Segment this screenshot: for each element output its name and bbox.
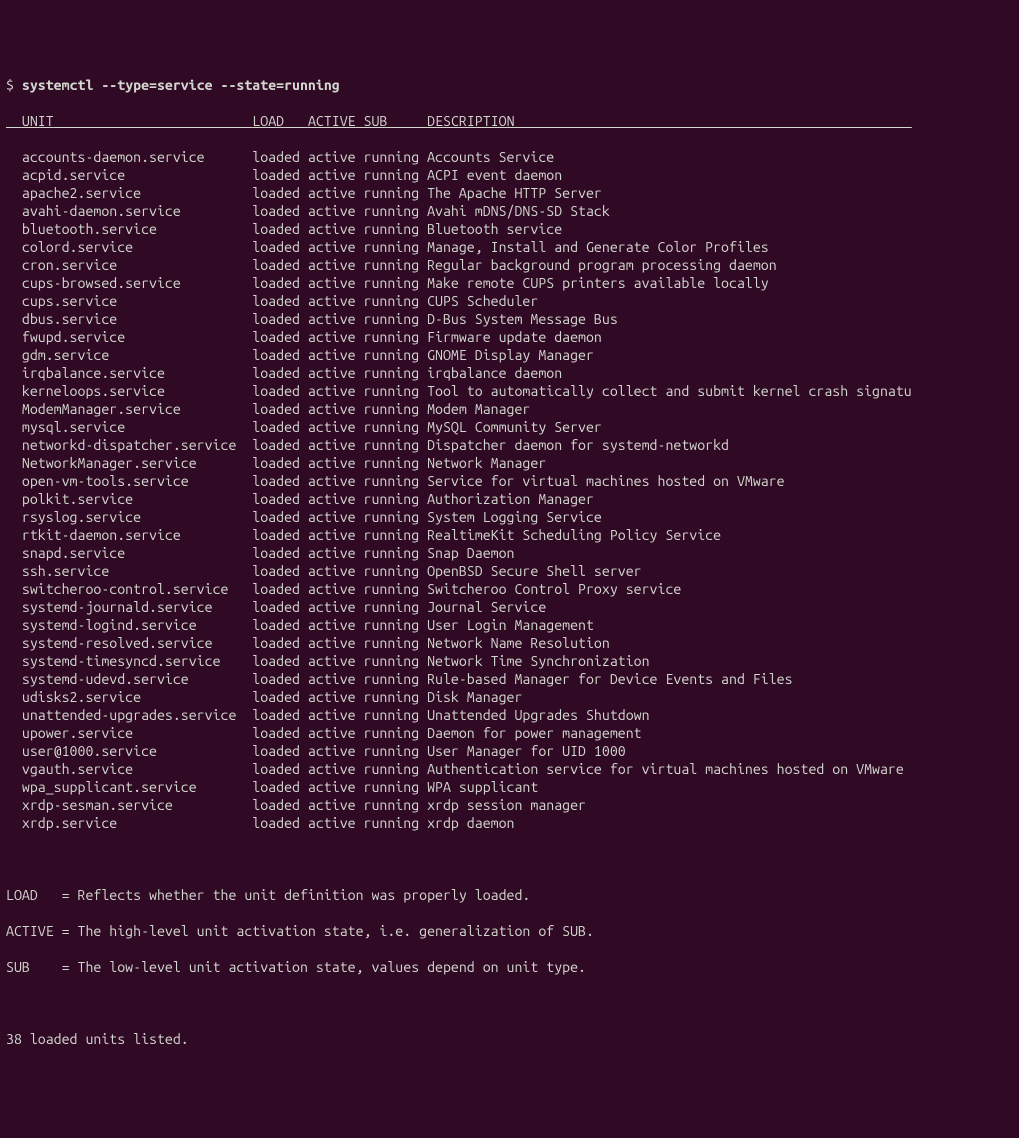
service-row: systemd-logind.service loaded active run… — [6, 616, 1013, 634]
service-row: ssh.service loaded active running OpenBS… — [6, 562, 1013, 580]
service-row: NetworkManager.service loaded active run… — [6, 454, 1013, 472]
service-row: bluetooth.service loaded active running … — [6, 220, 1013, 238]
table-header: UNIT LOAD ACTIVE SUB DESCRIPTION — [6, 112, 1013, 130]
service-row: gdm.service loaded active running GNOME … — [6, 346, 1013, 364]
command-text: systemctl --type=service --state=running — [22, 77, 340, 93]
service-row: networkd-dispatcher.service loaded activ… — [6, 436, 1013, 454]
service-row: xrdp.service loaded active running xrdp … — [6, 814, 1013, 832]
service-row: cups.service loaded active running CUPS … — [6, 292, 1013, 310]
service-row: wpa_supplicant.service loaded active run… — [6, 778, 1013, 796]
service-row: apache2.service loaded active running Th… — [6, 184, 1013, 202]
service-row: ModemManager.service loaded active runni… — [6, 400, 1013, 418]
blank-line — [6, 850, 1013, 868]
service-row: acpid.service loaded active running ACPI… — [6, 166, 1013, 184]
service-row: colord.service loaded active running Man… — [6, 238, 1013, 256]
service-row: irqbalance.service loaded active running… — [6, 364, 1013, 382]
service-row: rsyslog.service loaded active running Sy… — [6, 508, 1013, 526]
service-row: cron.service loaded active running Regul… — [6, 256, 1013, 274]
service-row: fwupd.service loaded active running Firm… — [6, 328, 1013, 346]
service-row: avahi-daemon.service loaded active runni… — [6, 202, 1013, 220]
service-row: mysql.service loaded active running MySQ… — [6, 418, 1013, 436]
service-row: open-vm-tools.service loaded active runn… — [6, 472, 1013, 490]
legend-load: LOAD = Reflects whether the unit definit… — [6, 886, 1013, 904]
service-row: snapd.service loaded active running Snap… — [6, 544, 1013, 562]
service-row: upower.service loaded active running Dae… — [6, 724, 1013, 742]
summary-line: 38 loaded units listed. — [6, 1030, 1013, 1048]
service-row: dbus.service loaded active running D-Bus… — [6, 310, 1013, 328]
service-row: kerneloops.service loaded active running… — [6, 382, 1013, 400]
service-row: systemd-journald.service loaded active r… — [6, 598, 1013, 616]
legend-active: ACTIVE = The high-level unit activation … — [6, 922, 1013, 940]
col-active: ACTIVE — [308, 113, 356, 129]
service-row: systemd-timesyncd.service loaded active … — [6, 652, 1013, 670]
service-row: unattended-upgrades.service loaded activ… — [6, 706, 1013, 724]
service-row: vgauth.service loaded active running Aut… — [6, 760, 1013, 778]
service-row: switcheroo-control.service loaded active… — [6, 580, 1013, 598]
service-row: user@1000.service loaded active running … — [6, 742, 1013, 760]
service-row: systemd-resolved.service loaded active r… — [6, 634, 1013, 652]
prompt-line: $ systemctl --type=service --state=runni… — [6, 76, 1013, 94]
service-row: accounts-daemon.service loaded active ru… — [6, 148, 1013, 166]
service-row: udisks2.service loaded active running Di… — [6, 688, 1013, 706]
prompt-symbol: $ — [6, 77, 14, 93]
col-sub: SUB — [364, 113, 388, 129]
col-load: LOAD — [252, 113, 284, 129]
service-row: xrdp-sesman.service loaded active runnin… — [6, 796, 1013, 814]
col-description: DESCRIPTION — [427, 113, 514, 129]
blank-line-2 — [6, 994, 1013, 1012]
service-list: accounts-daemon.service loaded active ru… — [6, 148, 1013, 832]
service-row: cups-browsed.service loaded active runni… — [6, 274, 1013, 292]
legend-sub: SUB = The low-level unit activation stat… — [6, 958, 1013, 976]
col-unit: UNIT — [22, 113, 54, 129]
service-row: systemd-udevd.service loaded active runn… — [6, 670, 1013, 688]
service-row: polkit.service loaded active running Aut… — [6, 490, 1013, 508]
service-row: rtkit-daemon.service loaded active runni… — [6, 526, 1013, 544]
